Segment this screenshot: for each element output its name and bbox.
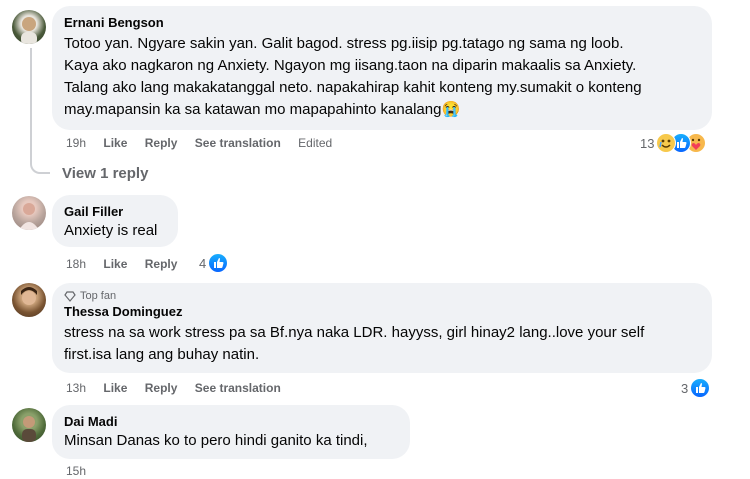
reaction-summary[interactable]: 3 [681, 378, 711, 398]
comment-actions: 18h Like Reply [66, 256, 191, 272]
like-reaction-icon [208, 253, 229, 273]
reaction-count: 3 [681, 380, 689, 396]
comment-author[interactable]: Gail Filler [64, 203, 166, 220]
avatar[interactable] [12, 10, 46, 44]
comment-bubble: Top fan Thessa Dominguez stress na sa wo… [52, 283, 712, 373]
reaction-summary[interactable]: 13 [640, 133, 707, 153]
comment-bubble: Ernani Bengson Totoo yan. Ngyare sakin y… [52, 6, 712, 130]
avatar-image-icon [19, 203, 39, 230]
comment-bubble: Gail Filler Anxiety is real [52, 195, 178, 247]
see-translation-button[interactable]: See translation [195, 381, 281, 395]
comment-text: Anxiety is real [64, 222, 158, 239]
reaction-count: 4 [199, 255, 207, 271]
avatar[interactable] [12, 283, 46, 317]
comment-author[interactable]: Dai Madi [64, 413, 398, 430]
comment-bubble: Dai Madi Minsan Danas ko to pero hindi g… [52, 405, 410, 459]
like-button[interactable]: Like [103, 257, 127, 271]
comment-timestamp[interactable]: 13h [66, 381, 86, 395]
like-reaction-icon [690, 378, 711, 398]
comment-author[interactable]: Ernani Bengson [64, 14, 700, 31]
comment-text: Totoo yan. Ngyare sakin yan. Galit bagod… [64, 35, 642, 118]
reaction-count: 13 [640, 135, 655, 151]
reply-button[interactable]: Reply [145, 136, 178, 150]
avatar[interactable] [12, 408, 46, 442]
avatar[interactable] [12, 196, 46, 230]
comment-timestamp[interactable]: 19h [66, 136, 86, 150]
reply-button[interactable]: Reply [145, 257, 178, 271]
diamond-icon [64, 291, 76, 302]
comment-actions: 19h Like Reply See translation Edited [66, 135, 346, 151]
comment-timestamp[interactable]: 15h [66, 464, 86, 478]
comment-text: stress na sa work stress pa sa Bf.nya na… [64, 324, 645, 363]
avatar-image-icon [22, 416, 36, 442]
comment-author[interactable]: Thessa Dominguez [64, 303, 700, 320]
like-button[interactable]: Like [103, 136, 127, 150]
comment-actions: 13h Like Reply See translation [66, 380, 295, 396]
comment-text: Minsan Danas ko to pero hindi ganito ka … [64, 432, 368, 449]
edited-label: Edited [298, 136, 333, 150]
avatar-image-icon [21, 17, 37, 44]
reaction-summary[interactable]: 4 [199, 253, 229, 273]
see-translation-button[interactable]: See translation [195, 136, 281, 150]
top-fan-label: Top fan [80, 290, 117, 302]
thread-connector [30, 48, 50, 174]
like-button[interactable]: Like [103, 381, 127, 395]
comment-actions: 15h [66, 463, 100, 479]
view-replies-link[interactable]: View 1 reply [62, 164, 148, 184]
avatar-image-icon [21, 287, 37, 305]
reply-button[interactable]: Reply [145, 381, 178, 395]
comment-timestamp[interactable]: 18h [66, 257, 86, 271]
haha-reaction-icon [656, 133, 677, 153]
top-fan-badge: Top fan [64, 289, 700, 303]
